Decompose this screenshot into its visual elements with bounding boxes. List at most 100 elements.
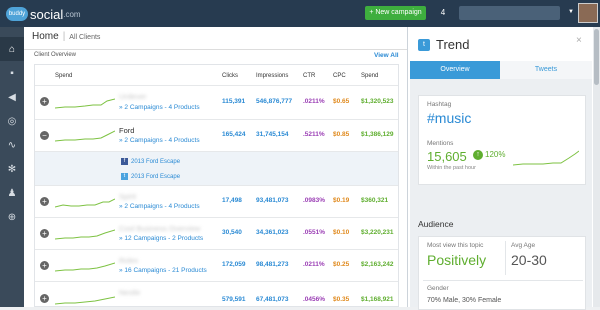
col-header-cpc: CPC	[333, 73, 346, 79]
sub-item-label: 2013 Ford Escape	[131, 173, 181, 180]
most-view-label: Most view this topic	[427, 242, 484, 249]
twitter-icon: t	[418, 38, 430, 51]
target-icon[interactable]: ◎	[0, 109, 24, 133]
expand-icon[interactable]: +	[40, 197, 49, 206]
avg-age-label: Avg Age	[511, 242, 536, 249]
spend-value: $1,168,921	[361, 296, 394, 303]
breadcrumb-home[interactable]: Home	[32, 31, 59, 42]
sub-item-label: 2013 Ford Escape	[131, 158, 181, 165]
panel-body: Hashtag #music Mentions 15,605 ↑ 120% Wi…	[410, 79, 592, 310]
impressions-value: 34,361,023	[256, 229, 289, 236]
mentions-label: Mentions	[427, 140, 454, 147]
cpc-value: $0.35	[333, 296, 350, 303]
breadcrumb-all-clients[interactable]: All Clients	[69, 34, 100, 41]
main-content: Home | All Clients Client Overview View Al…	[24, 27, 407, 307]
gear-icon[interactable]: ✻	[0, 157, 24, 181]
expand-icon[interactable]: +	[40, 229, 49, 238]
table-row[interactable]: + Cool Business Overview » 12 Campaigns …	[35, 217, 398, 249]
collapse-icon[interactable]: −	[40, 131, 49, 140]
facebook-icon: f	[121, 158, 128, 165]
pulse-icon[interactable]: ∿	[0, 133, 24, 157]
sparkline	[55, 229, 115, 240]
megaphone-icon[interactable]: ◀	[0, 85, 24, 109]
panel-header: t Trend	[418, 37, 469, 52]
ctr-value: .0211%	[303, 261, 325, 268]
hashtag-value: #music	[427, 110, 472, 126]
col-header-spend: Spend	[361, 73, 379, 79]
clicks-value: 579,591	[222, 296, 246, 303]
client-name: Spirit	[119, 192, 137, 201]
sub-item-twitter[interactable]: t 2013 Ford Escape	[121, 173, 180, 180]
spend-value: $2,163,242	[361, 261, 394, 268]
trend-panel: t Trend × Overview Tweets Hashtag #music…	[407, 27, 593, 310]
sparkline	[55, 130, 115, 142]
table-row[interactable]: + Nestle 579,591 67,481,073 .0456% $0.35…	[35, 281, 398, 306]
client-name: Cool Business Overview	[119, 224, 201, 233]
close-icon[interactable]: ×	[576, 35, 582, 46]
col-header-ctr: CTR	[303, 73, 316, 79]
ctr-value: .0211%	[303, 98, 325, 105]
clicks-value: 172,059	[222, 261, 246, 268]
scrollbar[interactable]	[593, 27, 600, 307]
scrollbar-thumb[interactable]	[594, 29, 599, 85]
gender-value: 70% Male, 30% Female	[427, 297, 502, 304]
campaigns-link[interactable]: » 2 Campaigns - 4 Products	[119, 203, 200, 210]
chevron-down-icon[interactable]: ▼	[568, 9, 574, 15]
logo[interactable]: buddy social .com	[6, 5, 81, 23]
user-add-icon[interactable]: ♟	[0, 181, 24, 205]
mentions-change: 120%	[485, 150, 506, 159]
expand-icon[interactable]: +	[40, 261, 49, 270]
avatar[interactable]	[578, 3, 598, 23]
cpc-value: $0.65	[333, 98, 350, 105]
clicks-value: 30,540	[222, 229, 242, 236]
cpc-value: $0.10	[333, 229, 350, 236]
cpc-value: $0.19	[333, 197, 350, 204]
sparkline	[55, 296, 115, 305]
impressions-value: 67,481,073	[256, 296, 289, 303]
cpc-value: $0.25	[333, 261, 350, 268]
ctr-value: .0551%	[303, 229, 326, 236]
sub-item-facebook[interactable]: f 2013 Ford Escape	[121, 158, 180, 165]
ctr-value: .5211%	[303, 131, 325, 138]
account-box[interactable]	[459, 6, 560, 20]
tab-tweets[interactable]: Tweets	[500, 61, 592, 79]
client-name: Ford	[119, 126, 135, 135]
divider	[423, 280, 583, 281]
divider	[24, 49, 407, 50]
spend-value: $3,220,231	[361, 229, 394, 236]
notification-count[interactable]: 4	[436, 6, 450, 20]
campaigns-link[interactable]: » 12 Campaigns - 2 Products	[119, 235, 203, 242]
impressions-value: 93,481,073	[256, 197, 289, 204]
table-row[interactable]: + Rolex » 16 Campaigns - 21 Products 172…	[35, 249, 398, 281]
view-all-link[interactable]: View All	[374, 52, 399, 59]
sparkline	[55, 98, 115, 109]
table-row[interactable]: − Ford » 2 Campaigns - 4 Products 165,42…	[35, 119, 398, 151]
sidebar: ⌂ ▪ ◀ ◎ ∿ ✻ ♟ ⊕	[0, 27, 24, 307]
table-row[interactable]: + Unilever » 2 Campaigns - 4 Products 11…	[35, 85, 398, 119]
crosshair-icon[interactable]: ⊕	[0, 205, 24, 229]
sparkline	[55, 262, 115, 272]
expand-icon[interactable]: +	[40, 294, 49, 303]
panel-title: Trend	[436, 37, 470, 52]
briefcase-icon[interactable]: ▪	[0, 61, 24, 85]
campaigns-link[interactable]: » 16 Campaigns - 21 Products	[119, 267, 207, 274]
tab-overview[interactable]: Overview	[410, 61, 500, 79]
campaigns-link[interactable]: » 2 Campaigns - 4 Products	[119, 104, 200, 111]
most-view-value: Positively	[427, 252, 487, 268]
new-campaign-button[interactable]: + New campaign	[365, 6, 426, 20]
mentions-value: 15,605	[427, 149, 467, 164]
campaigns-link[interactable]: » 2 Campaigns - 4 Products	[119, 137, 200, 144]
expand-icon[interactable]: +	[40, 97, 49, 106]
home-icon[interactable]: ⌂	[0, 37, 24, 61]
audience-card: Most view this topic Positively Avg Age …	[418, 236, 586, 310]
clicks-value: 17,498	[222, 197, 242, 204]
ctr-value: .0456%	[303, 296, 326, 303]
logo-text: social	[30, 6, 64, 22]
avg-age-value: 20-30	[511, 252, 547, 268]
table-row[interactable]: + Spirit » 2 Campaigns - 4 Products 17,4…	[35, 185, 398, 217]
twitter-icon: t	[121, 173, 128, 180]
spend-value: $360,321	[361, 197, 389, 204]
gender-label: Gender	[427, 285, 449, 292]
clicks-value: 115,391	[222, 98, 246, 105]
sparkline	[55, 198, 115, 208]
